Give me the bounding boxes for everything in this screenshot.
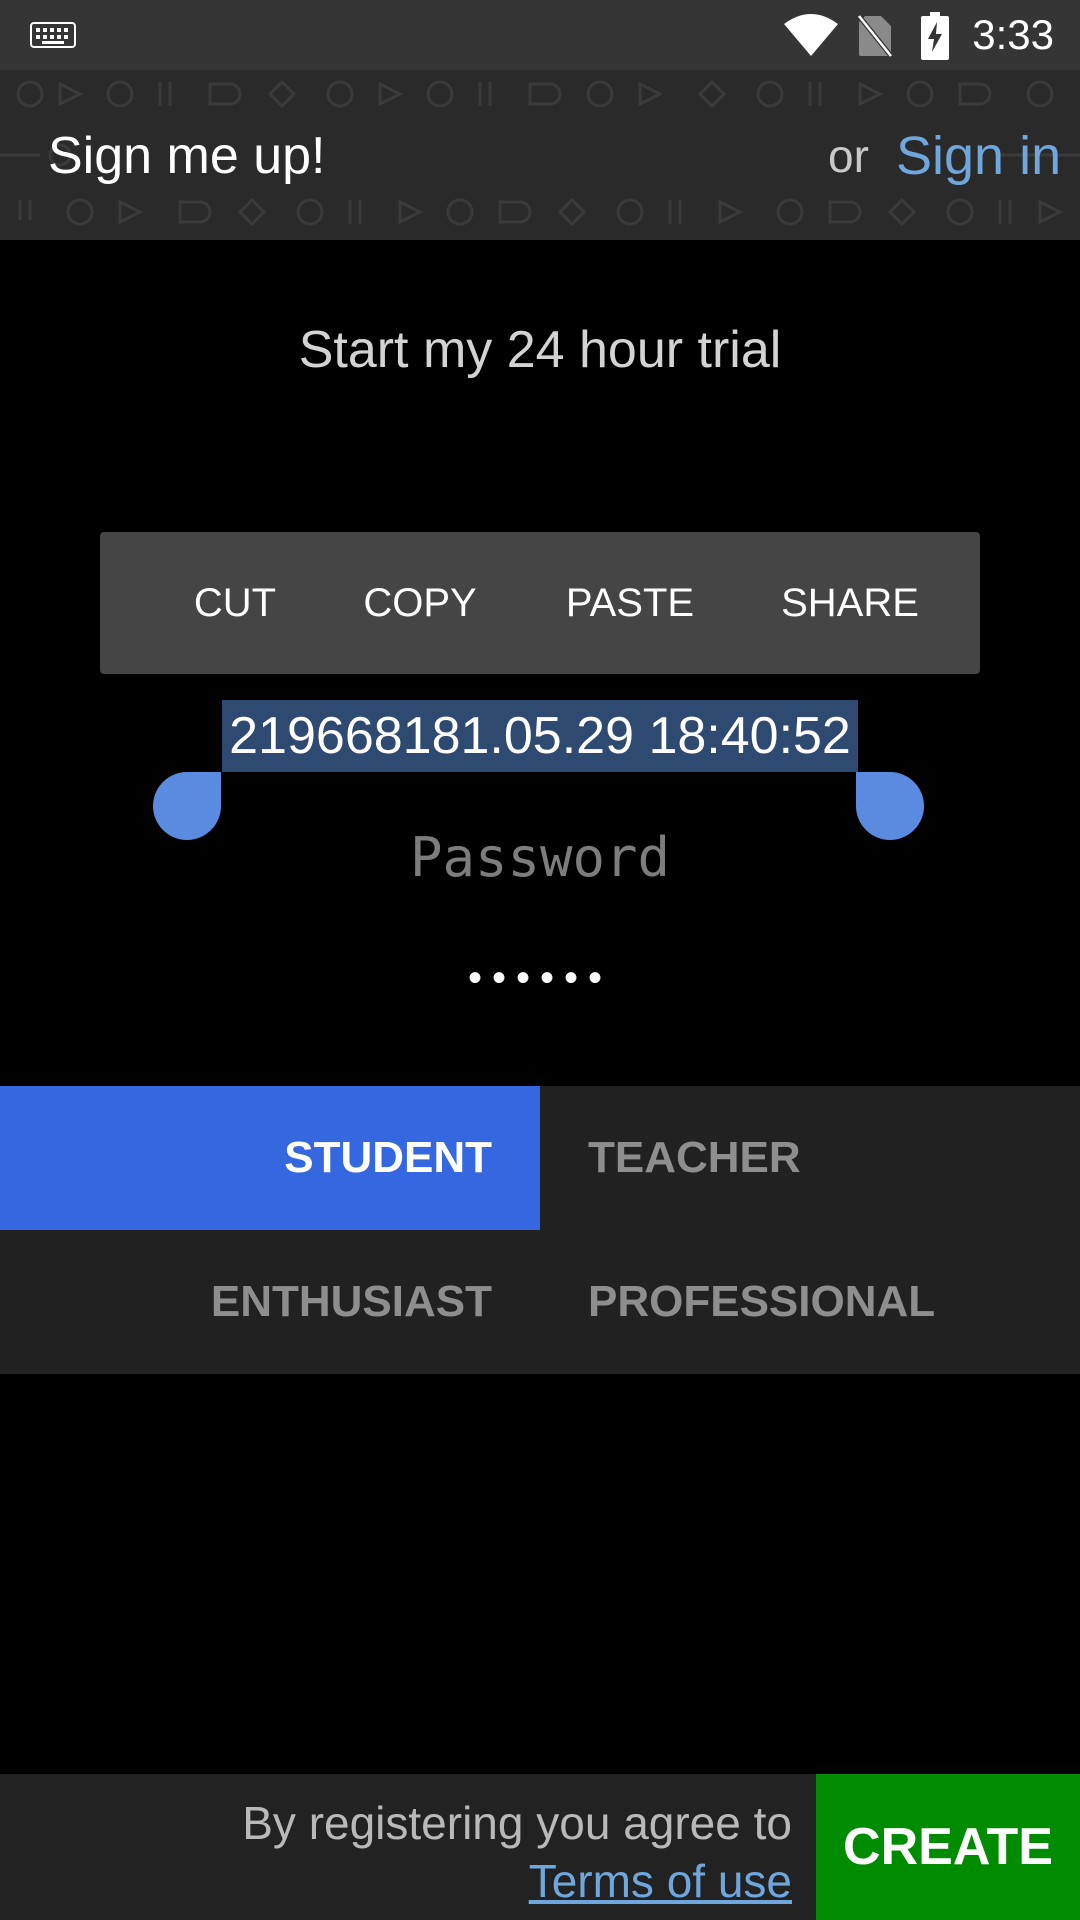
text-selection-context-menu: CUT COPY PASTE SHARE: [100, 532, 980, 674]
sign-in-link[interactable]: Sign in: [896, 126, 1061, 186]
status-bar: 3:33: [0, 0, 1080, 70]
role-option-professional[interactable]: PROFESSIONAL: [588, 1230, 935, 1374]
no-sim-icon: [857, 14, 893, 58]
copy-menu-item[interactable]: COPY: [340, 532, 500, 674]
email-input[interactable]: 219668181.05.29 18:40:52: [222, 700, 858, 772]
keyboard-icon: [30, 22, 76, 48]
share-menu-item[interactable]: SHARE: [760, 532, 940, 674]
role-option-student[interactable]: STUDENT: [0, 1086, 540, 1230]
app-bar: Sign me up! or Sign in: [0, 70, 1080, 240]
clock: 3:33: [972, 11, 1054, 58]
bottom-bar: By registering you agree to Terms of use…: [0, 1774, 1080, 1920]
wifi-icon: [784, 14, 838, 56]
battery-charging-icon: [921, 12, 949, 60]
create-button[interactable]: CREATE: [816, 1774, 1080, 1920]
agreement-text: By registering you agree to: [242, 1797, 792, 1849]
role-selector: STUDENT TEACHER ENTHUSIAST PROFESSIONAL: [0, 1086, 1080, 1374]
password-label: Password: [409, 826, 671, 889]
paste-menu-item[interactable]: PASTE: [540, 532, 720, 674]
cut-menu-item[interactable]: CUT: [160, 532, 310, 674]
signup-form-area: [0, 240, 1080, 1775]
trial-heading: Start my 24 hour trial: [298, 321, 782, 379]
role-option-teacher[interactable]: TEACHER: [588, 1086, 801, 1230]
role-option-enthusiast[interactable]: ENTHUSIAST: [0, 1230, 540, 1374]
password-input[interactable]: ••••••: [0, 950, 1080, 1006]
page-title: Sign me up!: [48, 127, 326, 185]
or-label: or: [828, 130, 869, 182]
terms-of-use-link[interactable]: Terms of use: [529, 1854, 792, 1908]
